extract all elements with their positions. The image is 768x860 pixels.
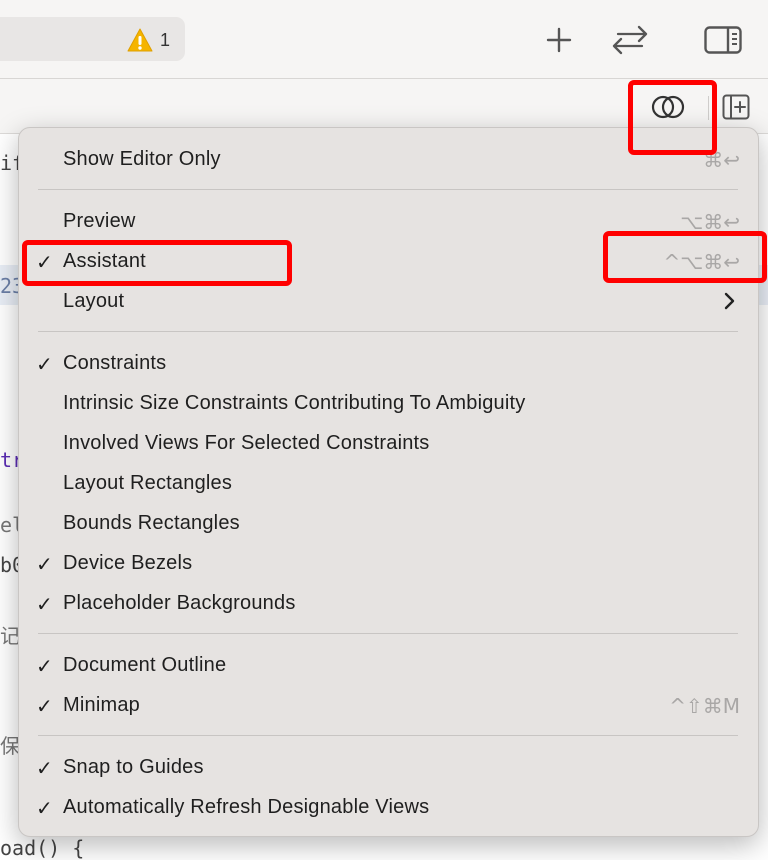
code-fragment: 记: [0, 624, 20, 648]
checkmark-icon: ✓: [36, 554, 53, 576]
menu-item-document-outline[interactable]: ✓ Document Outline: [19, 646, 758, 684]
checkmark-icon: ✓: [36, 656, 53, 678]
checkmark-icon: ✓: [36, 758, 53, 780]
menu-item-label: Bounds Rectangles: [63, 512, 240, 534]
add-editor-icon[interactable]: [722, 94, 750, 120]
menu-item-label: Automatically Refresh Designable Views: [63, 796, 430, 818]
menu-item-bounds-rectangles[interactable]: Bounds Rectangles: [19, 504, 758, 542]
menu-item-shortcut: ^⇧⌘M: [669, 694, 740, 718]
checkmark-icon: ✓: [36, 354, 53, 376]
callout-assistant-shortcut: [603, 231, 767, 283]
callout-assistant-item: [22, 240, 292, 286]
menu-item-layout-rectangles[interactable]: Layout Rectangles: [19, 464, 758, 502]
arrows-swap-icon[interactable]: [610, 24, 650, 56]
menu-item-label: Device Bezels: [63, 552, 193, 574]
code-fragment: 保: [0, 734, 20, 758]
plus-icon[interactable]: [546, 27, 572, 53]
menu-item-snap-to-guides[interactable]: ✓ Snap to Guides: [19, 748, 758, 786]
window-toolbar: 1: [0, 0, 768, 79]
menu-item-involved-views[interactable]: Involved Views For Selected Constraints: [19, 424, 758, 462]
menu-item-label: Placeholder Backgrounds: [63, 592, 296, 614]
menu-item-label: Layout Rectangles: [63, 472, 233, 494]
menu-item-minimap[interactable]: ✓ Minimap ^⇧⌘M: [19, 686, 758, 724]
callout-editor-options-button: [628, 80, 717, 155]
menu-item-label: Show Editor Only: [63, 148, 221, 170]
chevron-right-icon: [724, 292, 736, 316]
warning-icon[interactable]: [127, 28, 153, 52]
menu-item-label: Intrinsic Size Constraints Contributing …: [63, 392, 526, 414]
sidebar-right-icon[interactable]: [704, 26, 742, 54]
menu-separator: [38, 189, 738, 190]
checkmark-icon: ✓: [36, 798, 53, 820]
menu-item-label: Preview: [63, 210, 136, 232]
menu-item-auto-refresh-designable-views[interactable]: ✓ Automatically Refresh Designable Views: [19, 788, 758, 826]
code-fragment: oad() {: [0, 836, 85, 860]
menu-item-label: Minimap: [63, 694, 140, 716]
menu-separator: [38, 735, 738, 736]
menu-item-device-bezels[interactable]: ✓ Device Bezels: [19, 544, 758, 582]
menu-item-intrinsic-size-constraints[interactable]: Intrinsic Size Constraints Contributing …: [19, 384, 758, 422]
activity-status-bar[interactable]: [0, 17, 185, 61]
menu-item-label: Snap to Guides: [63, 756, 204, 778]
menu-item-label: Constraints: [63, 352, 167, 374]
menu-separator: [38, 633, 738, 634]
checkmark-icon: ✓: [36, 594, 53, 616]
menu-item-label: Involved Views For Selected Constraints: [63, 432, 430, 454]
menu-separator: [38, 331, 738, 332]
menu-item-label: Document Outline: [63, 654, 227, 676]
menu-item-label: Layout: [63, 290, 125, 312]
warning-count: 1: [160, 30, 171, 50]
menu-item-placeholder-backgrounds[interactable]: ✓ Placeholder Backgrounds: [19, 584, 758, 622]
menu-item-layout[interactable]: Layout: [19, 282, 758, 320]
menu-item-constraints[interactable]: ✓ Constraints: [19, 344, 758, 382]
checkmark-icon: ✓: [36, 696, 53, 718]
